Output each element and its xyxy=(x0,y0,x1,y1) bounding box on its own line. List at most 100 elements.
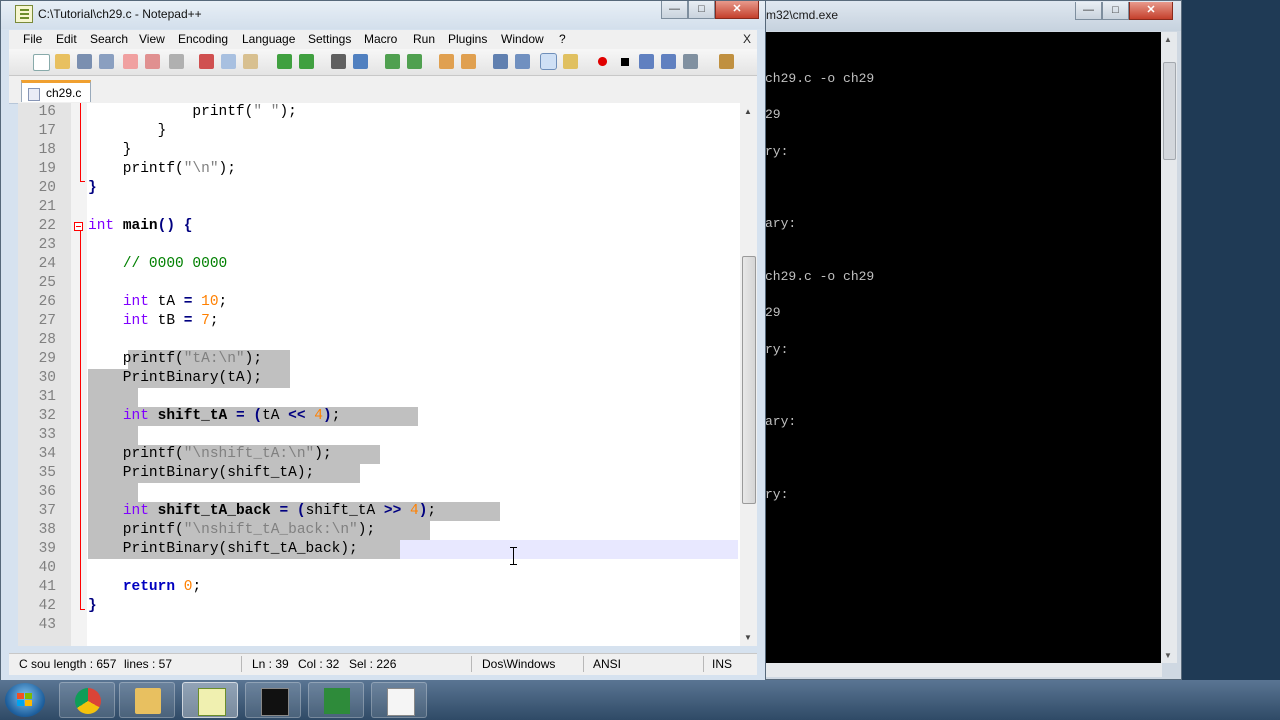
cmd-titlebar[interactable]: m32\cmd.exe — □ ✕ xyxy=(757,1,1181,31)
tab-label: ch29.c xyxy=(46,86,82,100)
menu-search[interactable]: Search xyxy=(90,32,128,46)
console-line: 29 xyxy=(765,107,781,122)
cmd-scroll-thumb[interactable] xyxy=(1163,62,1176,160)
console-line: ary: xyxy=(765,414,797,429)
cmd-close-button[interactable]: ✕ xyxy=(1129,2,1173,20)
code-line-32: int shift_tA = (tA << 4); xyxy=(122,408,341,424)
cmd-minimize-button[interactable]: — xyxy=(1075,2,1102,20)
menu-plugins[interactable]: Plugins xyxy=(448,32,487,46)
menu-encoding[interactable]: Encoding xyxy=(178,32,228,46)
line-number: 31 xyxy=(38,389,56,405)
code-line-17: } xyxy=(88,123,167,139)
scroll-down-icon[interactable]: ▼ xyxy=(1164,651,1172,660)
indent-guide-icon[interactable] xyxy=(540,53,557,70)
npp-titlebar[interactable]: C:\Tutorial\ch29.c - Notepad++ — □ ✕ xyxy=(1,1,765,29)
find-icon[interactable] xyxy=(331,54,346,69)
scroll-up-icon[interactable]: ▲ xyxy=(1164,35,1172,44)
close-document-icon[interactable]: X xyxy=(743,32,751,46)
fold-margin[interactable] xyxy=(71,103,87,646)
menu-settings[interactable]: Settings xyxy=(308,32,351,46)
zoom-in-icon[interactable] xyxy=(385,54,400,69)
menu-help[interactable]: ? xyxy=(559,32,566,46)
fold-collapse-icon[interactable] xyxy=(74,222,83,231)
notepad-plus-plus-window[interactable]: C:\Tutorial\ch29.c - Notepad++ — □ ✕ Fil… xyxy=(0,0,766,682)
code-line-30: PrintBinary(tA); xyxy=(88,370,263,386)
scroll-up-icon[interactable]: ▲ xyxy=(744,107,752,116)
save-macro-icon[interactable] xyxy=(683,54,698,69)
cmd-maximize-button[interactable]: □ xyxy=(1102,2,1129,20)
line-number: 40 xyxy=(38,560,56,576)
code-line-34: printf("\nshift_tA:\n"); xyxy=(88,446,332,462)
paste-icon[interactable] xyxy=(243,54,258,69)
taskbar-spreadsheet[interactable] xyxy=(308,682,364,718)
save-icon[interactable] xyxy=(77,54,92,69)
redo-icon[interactable] xyxy=(299,54,314,69)
line-number: 33 xyxy=(38,427,56,443)
npp-maximize-button[interactable]: □ xyxy=(688,1,715,19)
npp-minimize-button[interactable]: — xyxy=(661,1,688,19)
code-line-37: int shift_tA_back = (shift_tA >> 4); xyxy=(122,503,437,519)
close-all-icon[interactable] xyxy=(145,54,160,69)
status-type-length: C sou length : 657 xyxy=(19,657,117,671)
taskbar-app[interactable] xyxy=(371,682,427,718)
line-number: 17 xyxy=(38,123,56,139)
cmd-window[interactable]: m32\cmd.exe — □ ✕ ch29.c -o ch29 29 ry: ary… xyxy=(756,0,1182,680)
tab-ch29[interactable]: ch29.c xyxy=(21,80,91,102)
cut-icon[interactable] xyxy=(199,54,214,69)
editor-scroll-thumb[interactable] xyxy=(742,256,756,504)
cmd-horizontal-scrollbar[interactable] xyxy=(765,663,1162,677)
menu-window[interactable]: Window xyxy=(501,32,544,46)
console-line: ch29.c -o ch29 xyxy=(765,269,875,284)
new-file-icon[interactable] xyxy=(33,54,50,71)
menu-macro[interactable]: Macro xyxy=(364,32,397,46)
copy-icon[interactable] xyxy=(221,54,236,69)
sync-horizontal-icon[interactable] xyxy=(461,54,476,69)
taskbar-cmd[interactable] xyxy=(245,682,301,718)
menu-run[interactable]: Run xyxy=(413,32,435,46)
menu-view[interactable]: View xyxy=(139,32,165,46)
taskbar-notepad-plus-plus[interactable] xyxy=(182,682,238,718)
plugin-icon[interactable] xyxy=(719,54,734,69)
close-icon[interactable] xyxy=(123,54,138,69)
stop-macro-icon[interactable] xyxy=(617,54,632,69)
zoom-out-icon[interactable] xyxy=(407,54,422,69)
show-all-characters-icon[interactable] xyxy=(515,54,530,69)
sync-vertical-icon[interactable] xyxy=(439,54,454,69)
windows-start-icon[interactable] xyxy=(5,683,45,717)
status-eol-format[interactable]: Dos\Windows xyxy=(482,657,555,671)
line-number: 38 xyxy=(38,522,56,538)
selection-highlight xyxy=(88,388,138,407)
code-line-20: } xyxy=(88,180,97,196)
undo-icon[interactable] xyxy=(277,54,292,69)
editor-vertical-scrollbar[interactable]: ▲ ▼ xyxy=(740,103,757,646)
open-file-icon[interactable] xyxy=(55,54,70,69)
scroll-down-icon[interactable]: ▼ xyxy=(744,633,752,642)
replace-icon[interactable] xyxy=(353,54,368,69)
npp-close-button[interactable]: ✕ xyxy=(715,1,759,19)
status-insert-mode: INS xyxy=(712,657,733,671)
taskbar-explorer[interactable] xyxy=(119,682,175,718)
line-number: 16 xyxy=(38,104,56,120)
record-macro-icon[interactable] xyxy=(595,54,610,69)
run-macro-multiple-icon[interactable] xyxy=(661,54,676,69)
line-number: 25 xyxy=(38,275,56,291)
cmd-vertical-scrollbar[interactable]: ▲ ▼ xyxy=(1161,32,1177,663)
cmd-icon xyxy=(261,688,289,716)
menu-language[interactable]: Language xyxy=(242,32,295,46)
code-line-27: int tB = 7; xyxy=(122,313,219,329)
save-all-icon[interactable] xyxy=(99,54,114,69)
play-macro-icon[interactable] xyxy=(639,54,654,69)
cmd-console[interactable]: ch29.c -o ch29 29 ry: ary: ch29.c -o ch29 29 r… xyxy=(765,32,1162,663)
menu-edit[interactable]: Edit xyxy=(56,32,77,46)
print-icon[interactable] xyxy=(169,54,184,69)
code-line-26: int tA = 10; xyxy=(122,294,228,310)
cmd-title: m32\cmd.exe xyxy=(766,8,839,22)
status-encoding[interactable]: ANSI xyxy=(593,657,621,671)
word-wrap-icon[interactable] xyxy=(493,54,508,69)
function-list-icon[interactable] xyxy=(563,54,578,69)
taskbar-chrome[interactable] xyxy=(59,682,115,718)
code-editor[interactable]: 16 17 18 19 20 21 22 23 24 25 26 27 28 29 30 31 32 33 34 35… xyxy=(18,103,740,646)
chrome-icon xyxy=(75,688,101,714)
code-line-16: printf(" "); xyxy=(192,104,297,120)
menu-file[interactable]: File xyxy=(23,32,42,46)
